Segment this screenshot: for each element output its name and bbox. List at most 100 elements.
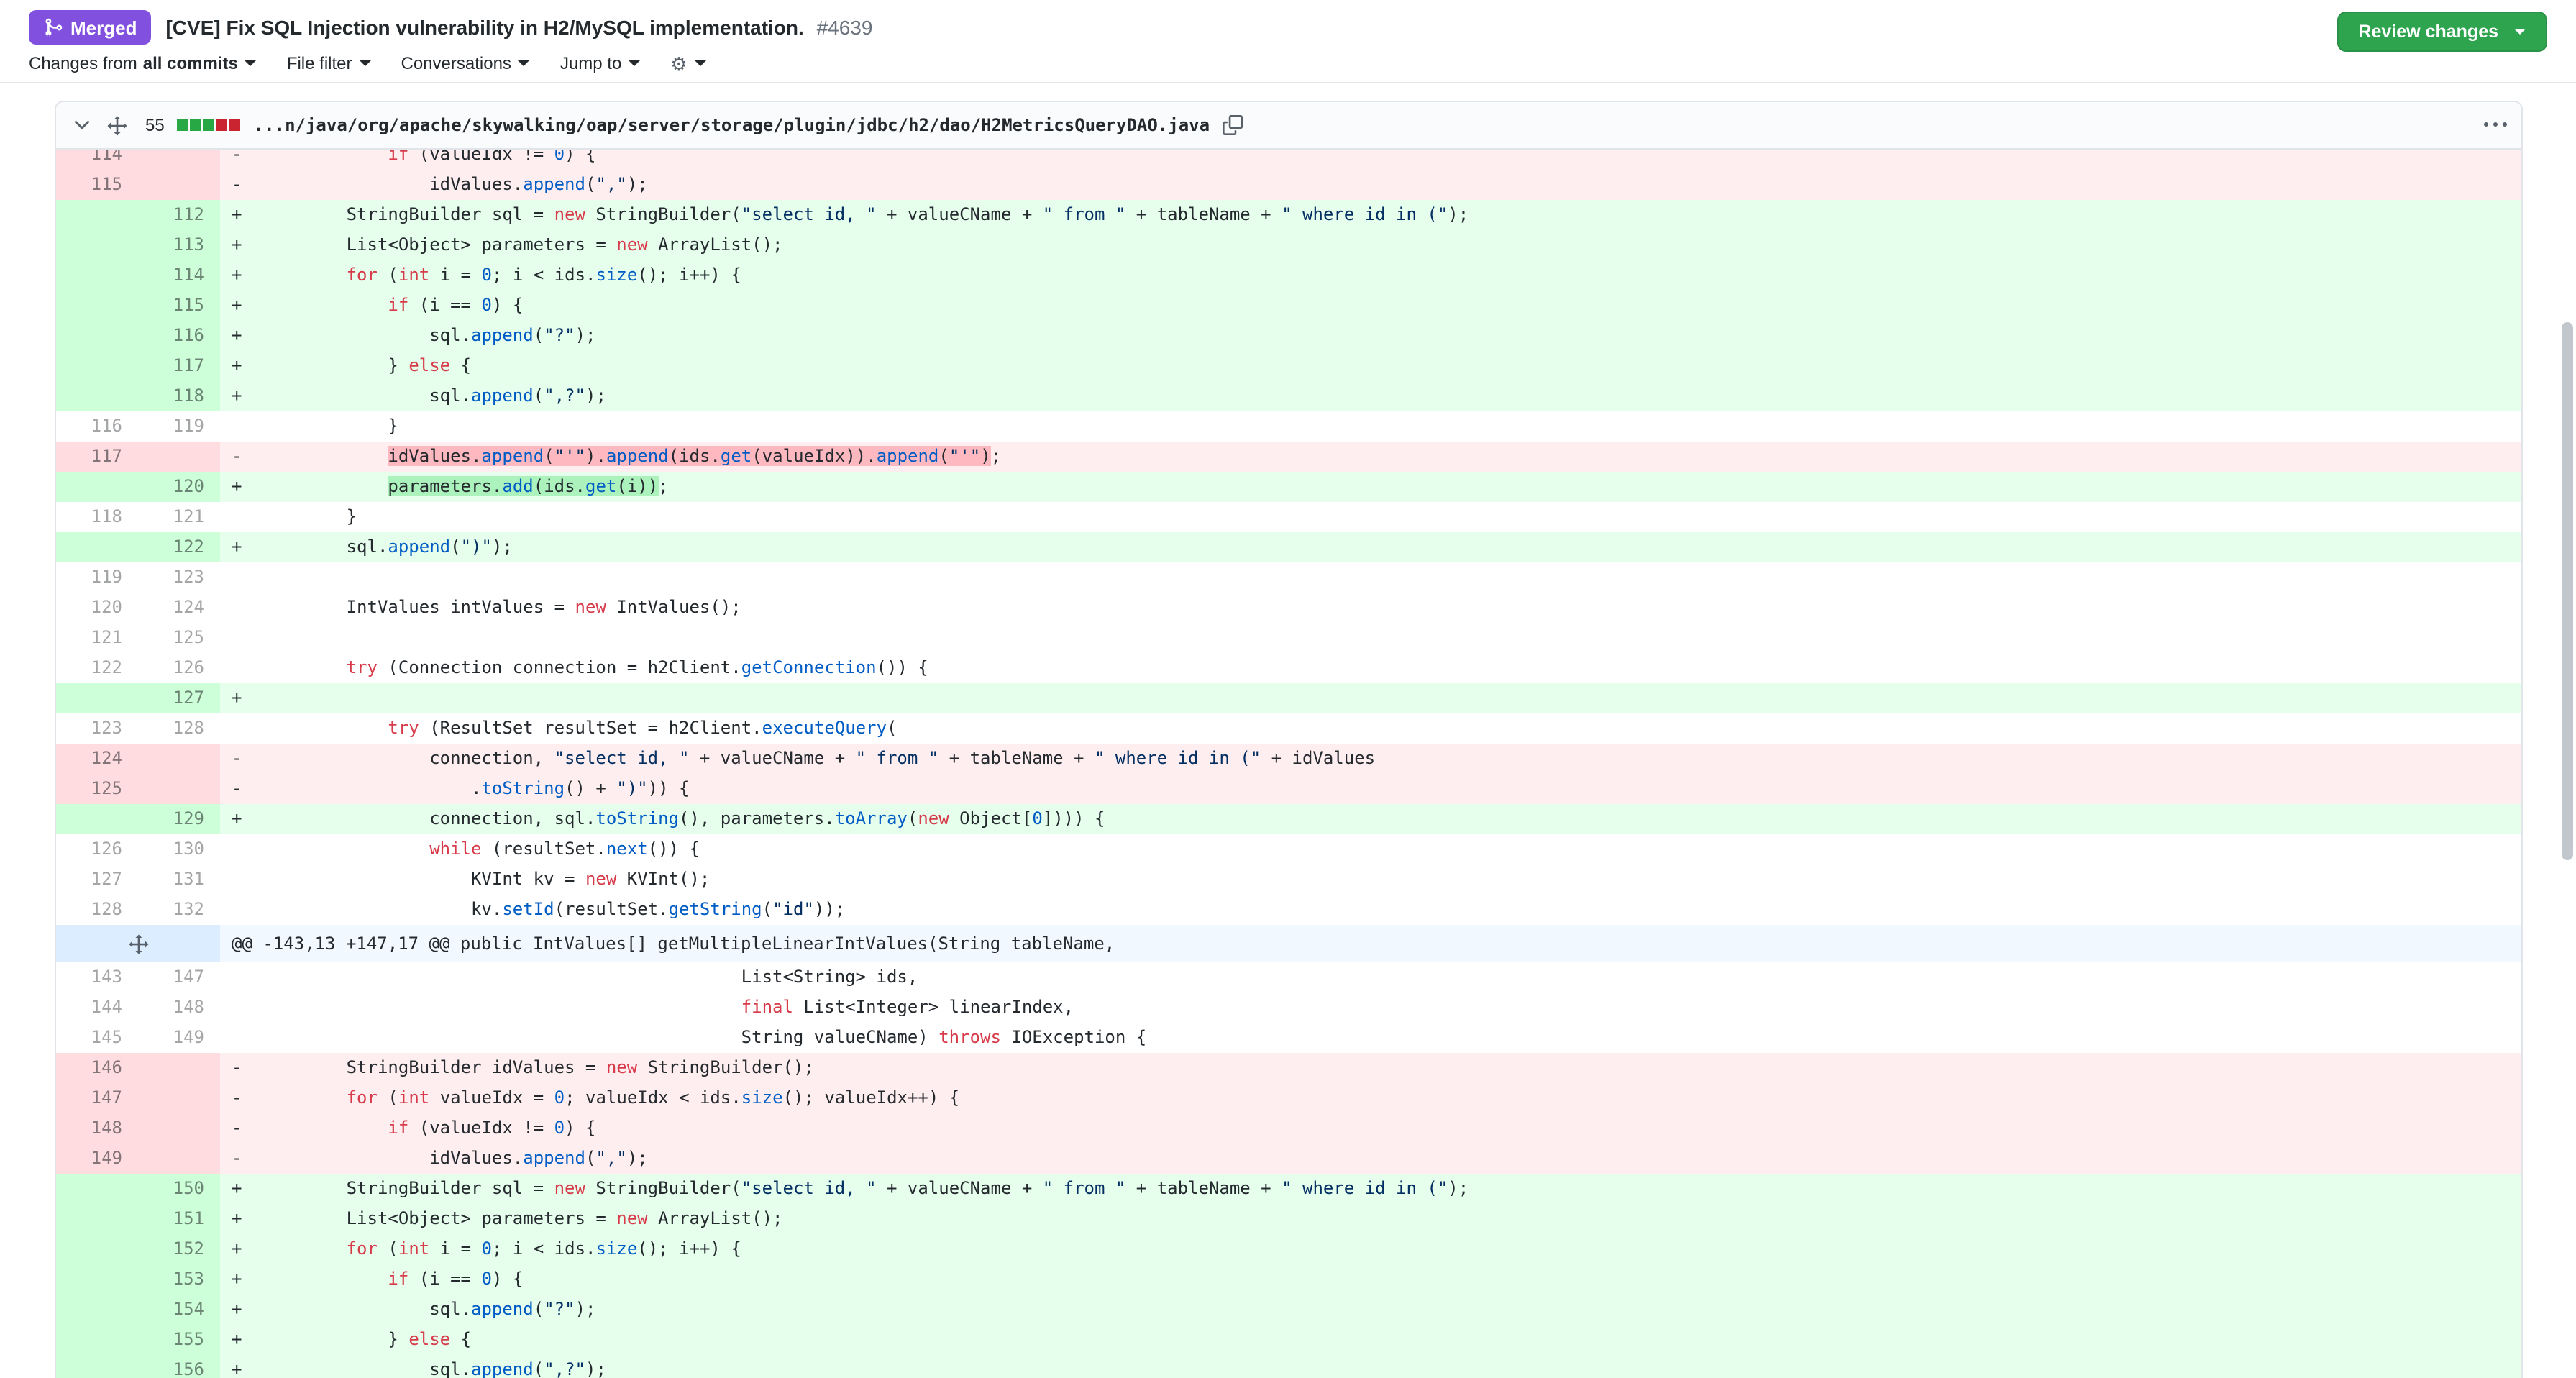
new-line-number[interactable]: 154 bbox=[138, 1295, 220, 1325]
old-line-number[interactable]: 128 bbox=[56, 895, 138, 925]
diff-row: 122+ sql.append(")"); bbox=[56, 532, 2521, 562]
old-line-number[interactable]: 117 bbox=[56, 442, 138, 472]
new-line-number[interactable] bbox=[138, 744, 220, 774]
old-line-number[interactable] bbox=[56, 1325, 138, 1355]
old-line-number[interactable] bbox=[56, 230, 138, 260]
old-line-number[interactable]: 122 bbox=[56, 653, 138, 683]
new-line-number[interactable]: 129 bbox=[138, 804, 220, 834]
review-changes-button[interactable]: Review changes bbox=[2337, 12, 2547, 52]
new-line-number[interactable]: 121 bbox=[138, 502, 220, 532]
changes-from-menu[interactable]: Changes from all commits bbox=[29, 53, 257, 73]
new-line-number[interactable]: 147 bbox=[138, 962, 220, 993]
old-line-number[interactable]: 119 bbox=[56, 562, 138, 593]
new-line-number[interactable]: 118 bbox=[138, 381, 220, 411]
new-line-number[interactable]: 151 bbox=[138, 1204, 220, 1234]
new-line-number[interactable]: 125 bbox=[138, 623, 220, 653]
new-line-number[interactable] bbox=[138, 1113, 220, 1144]
old-line-number[interactable] bbox=[56, 1295, 138, 1325]
new-line-number[interactable]: 116 bbox=[138, 321, 220, 351]
code-line: + if (i == 0) { bbox=[220, 1264, 2521, 1295]
new-line-number[interactable]: 112 bbox=[138, 200, 220, 230]
scrollbar-thumb[interactable] bbox=[2562, 322, 2573, 860]
old-line-number[interactable]: 145 bbox=[56, 1023, 138, 1053]
old-line-number[interactable] bbox=[56, 1264, 138, 1295]
old-line-number[interactable]: 121 bbox=[56, 623, 138, 653]
old-line-number[interactable] bbox=[56, 351, 138, 381]
old-line-number[interactable] bbox=[56, 1174, 138, 1204]
old-line-number[interactable]: 124 bbox=[56, 744, 138, 774]
new-line-number[interactable]: 148 bbox=[138, 993, 220, 1023]
drag-file-handle[interactable] bbox=[106, 114, 128, 136]
copy-icon bbox=[1223, 115, 1243, 135]
new-line-number[interactable]: 113 bbox=[138, 230, 220, 260]
old-line-number[interactable]: 127 bbox=[56, 864, 138, 895]
file-filter-menu[interactable]: File filter bbox=[287, 53, 371, 73]
old-line-number[interactable] bbox=[56, 683, 138, 713]
old-line-number[interactable]: 149 bbox=[56, 1144, 138, 1174]
old-line-number[interactable]: 126 bbox=[56, 834, 138, 864]
new-line-number[interactable]: 156 bbox=[138, 1355, 220, 1378]
new-line-number[interactable]: 131 bbox=[138, 864, 220, 895]
expand-hunk-handle[interactable] bbox=[56, 925, 220, 962]
new-line-number[interactable]: 149 bbox=[138, 1023, 220, 1053]
new-line-number[interactable]: 127 bbox=[138, 683, 220, 713]
old-line-number[interactable] bbox=[56, 260, 138, 291]
diff-settings-menu[interactable]: ⚙ bbox=[670, 54, 705, 73]
old-line-number[interactable]: 116 bbox=[56, 411, 138, 442]
new-line-number[interactable]: 132 bbox=[138, 895, 220, 925]
file-options-kebab-button[interactable] bbox=[2484, 114, 2507, 137]
new-line-number[interactable]: 123 bbox=[138, 562, 220, 593]
conversations-menu[interactable]: Conversations bbox=[401, 53, 530, 73]
copy-path-button[interactable] bbox=[1223, 115, 1243, 135]
new-line-number[interactable]: 124 bbox=[138, 593, 220, 623]
new-line-number[interactable]: 130 bbox=[138, 834, 220, 864]
new-line-number[interactable]: 150 bbox=[138, 1174, 220, 1204]
new-line-number[interactable]: 115 bbox=[138, 291, 220, 321]
new-line-number[interactable]: 117 bbox=[138, 351, 220, 381]
new-line-number[interactable]: 128 bbox=[138, 713, 220, 744]
new-line-number[interactable] bbox=[138, 1144, 220, 1174]
old-line-number[interactable] bbox=[56, 200, 138, 230]
old-line-number[interactable]: 114 bbox=[56, 150, 138, 170]
new-line-number[interactable] bbox=[138, 150, 220, 170]
old-line-number[interactable]: 143 bbox=[56, 962, 138, 993]
new-line-number[interactable] bbox=[138, 1053, 220, 1083]
old-line-number[interactable] bbox=[56, 1204, 138, 1234]
new-line-number[interactable]: 119 bbox=[138, 411, 220, 442]
old-line-number[interactable] bbox=[56, 1234, 138, 1264]
old-line-number[interactable]: 118 bbox=[56, 502, 138, 532]
new-line-number[interactable]: 153 bbox=[138, 1264, 220, 1295]
page-scrollbar[interactable] bbox=[2559, 0, 2576, 1378]
file-path-link[interactable]: ...n/java/org/apache/skywalking/oap/serv… bbox=[254, 115, 1210, 135]
new-line-number[interactable] bbox=[138, 442, 220, 472]
diff-row: 120124 IntValues intValues = new IntValu… bbox=[56, 593, 2521, 623]
new-line-number[interactable] bbox=[138, 1083, 220, 1113]
old-line-number[interactable]: 147 bbox=[56, 1083, 138, 1113]
new-line-number[interactable]: 155 bbox=[138, 1325, 220, 1355]
jump-to-menu[interactable]: Jump to bbox=[560, 53, 640, 73]
old-line-number[interactable]: 148 bbox=[56, 1113, 138, 1144]
new-line-number[interactable]: 120 bbox=[138, 472, 220, 502]
old-line-number[interactable]: 115 bbox=[56, 170, 138, 200]
old-line-number[interactable] bbox=[56, 532, 138, 562]
old-line-number[interactable] bbox=[56, 381, 138, 411]
new-line-number[interactable] bbox=[138, 170, 220, 200]
old-line-number[interactable] bbox=[56, 321, 138, 351]
old-line-number[interactable]: 125 bbox=[56, 774, 138, 804]
move-icon bbox=[106, 114, 128, 136]
new-line-number[interactable]: 122 bbox=[138, 532, 220, 562]
collapse-file-button[interactable] bbox=[70, 114, 93, 137]
old-line-number[interactable]: 144 bbox=[56, 993, 138, 1023]
old-line-number[interactable] bbox=[56, 291, 138, 321]
old-line-number[interactable]: 120 bbox=[56, 593, 138, 623]
old-line-number[interactable]: 123 bbox=[56, 713, 138, 744]
old-line-number[interactable]: 146 bbox=[56, 1053, 138, 1083]
new-line-number[interactable]: 126 bbox=[138, 653, 220, 683]
new-line-number[interactable] bbox=[138, 774, 220, 804]
old-line-number[interactable] bbox=[56, 1355, 138, 1378]
old-line-number[interactable] bbox=[56, 804, 138, 834]
caret-down-icon bbox=[695, 60, 706, 66]
new-line-number[interactable]: 152 bbox=[138, 1234, 220, 1264]
old-line-number[interactable] bbox=[56, 472, 138, 502]
new-line-number[interactable]: 114 bbox=[138, 260, 220, 291]
